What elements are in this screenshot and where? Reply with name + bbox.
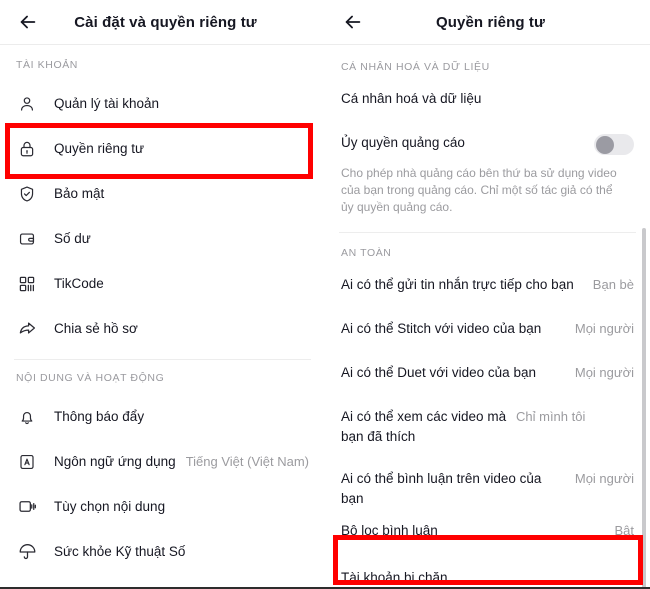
sidebar-item-privacy[interactable]: Quyền riêng tư	[0, 126, 325, 171]
privacy-item-personalization-data[interactable]: Cá nhân hoá và dữ liệu	[325, 77, 650, 121]
share-arrow-icon	[16, 318, 38, 340]
page-title: Cài đặt và quyền riêng tư	[74, 13, 257, 31]
page-title: Quyền riêng tư	[436, 13, 545, 31]
back-arrow-icon[interactable]	[6, 0, 50, 44]
section-label-content: NỘI DUNG VÀ HOẠT ĐỘNG	[16, 372, 165, 384]
privacy-item-label: Ủy quyền quảng cáo	[341, 135, 465, 150]
ad-authorization-toggle[interactable]	[594, 134, 634, 155]
sidebar-item-label: Chia sẻ hồ sơ	[54, 321, 138, 336]
settings-header: Cài đặt và quyền riêng tư	[0, 0, 325, 44]
sidebar-item-security[interactable]: Bảo mật	[0, 171, 325, 216]
sidebar-item-label: Quyền riêng tư	[54, 141, 145, 156]
back-arrow-icon[interactable]	[331, 0, 375, 44]
shield-check-icon	[16, 183, 38, 205]
ad-authorization-description: Cho phép nhà quảng cáo bên thứ ba sử dụn…	[341, 166, 617, 214]
sidebar-item-share-profile[interactable]: Chia sẻ hồ sơ	[0, 306, 325, 351]
lock-icon	[16, 138, 38, 160]
privacy-item-blocked-accounts[interactable]: Tài khoản bị chặn	[325, 553, 650, 589]
sidebar-item-label: Thông báo đẩy	[54, 409, 145, 424]
sidebar-item-manage-account[interactable]: Quản lý tài khoản	[0, 81, 325, 126]
bell-icon	[16, 406, 38, 428]
sidebar-item-label: Ngôn ngữ ứng dụng	[54, 454, 176, 469]
privacy-item-label: Bộ lọc bình luận	[341, 523, 438, 538]
app-screen: Cài đặt và quyền riêng tư TÀI KHOẢN Quản…	[0, 0, 650, 589]
sidebar-item-label: Số dư	[54, 231, 91, 246]
privacy-item-value: Mọi người	[574, 321, 634, 336]
privacy-item-label: Ai có thể bình luận trên video của bạn	[341, 471, 542, 506]
sidebar-item-push-notifications[interactable]: Thông báo đẩy	[0, 394, 325, 439]
privacy-item-label: Tài khoản bị chặn	[341, 570, 448, 585]
privacy-item-liked-videos[interactable]: Ai có thể xem các video mà bạn đã thích …	[325, 395, 650, 457]
privacy-item-label: Cá nhân hoá và dữ liệu	[341, 91, 482, 106]
qr-code-icon	[16, 273, 38, 295]
section-label-account: TÀI KHOẢN	[16, 59, 78, 71]
sidebar-item-content-preferences[interactable]: Tùy chọn nội dung	[0, 484, 325, 529]
vertical-scrollbar[interactable]	[642, 228, 646, 589]
sidebar-item-app-language[interactable]: Ngôn ngữ ứng dụng Tiếng Việt (Việt Nam)	[0, 439, 325, 484]
person-icon	[16, 93, 38, 115]
sidebar-item-label: TikCode	[54, 276, 104, 291]
section-label-personalization: CÁ NHÂN HOÁ VÀ DỮ LIỆU	[341, 61, 490, 73]
settings-panel: Cài đặt và quyền riêng tư TÀI KHOẢN Quản…	[0, 0, 325, 589]
privacy-item-label: Ai có thể Stitch với video của bạn	[341, 321, 542, 336]
scrollbar-thumb[interactable]	[642, 228, 646, 589]
wallet-icon	[16, 228, 38, 250]
sidebar-item-label: Quản lý tài khoản	[54, 96, 160, 111]
section-divider	[339, 232, 636, 233]
privacy-item-value: Chỉ mình tôi	[516, 409, 586, 424]
sidebar-item-label: Bảo mật	[54, 186, 105, 201]
sidebar-item-tikcode[interactable]: TikCode	[0, 261, 325, 306]
sidebar-item-value: Tiếng Việt (Việt Nam)	[185, 454, 309, 469]
privacy-item-label: Ai có thể gửi tin nhắn trực tiếp cho bạn	[341, 277, 574, 292]
sidebar-item-label: Tùy chọn nội dung	[54, 499, 166, 514]
umbrella-icon	[16, 541, 38, 563]
privacy-item-comments[interactable]: Ai có thể bình luận trên video của bạn M…	[325, 457, 650, 509]
privacy-item-direct-messages[interactable]: Ai có thể gửi tin nhắn trực tiếp cho bạn…	[325, 263, 650, 307]
section-label-safety: AN TOÀN	[341, 247, 392, 259]
privacy-item-value: Mọi người	[574, 471, 634, 486]
sidebar-item-digital-wellbeing[interactable]: Sức khỏe Kỹ thuật Số	[0, 529, 325, 574]
privacy-item-duet[interactable]: Ai có thể Duet với video của bạn Mọi ngư…	[325, 351, 650, 395]
toggle-knob	[595, 135, 614, 154]
video-icon	[16, 496, 38, 518]
privacy-item-stitch[interactable]: Ai có thể Stitch với video của bạn Mọi n…	[325, 307, 650, 351]
privacy-panel: Quyền riêng tư CÁ NHÂN HOÁ VÀ DỮ LIỆU Cá…	[325, 0, 650, 589]
privacy-item-value: Bật	[614, 523, 634, 538]
privacy-item-value: Bạn bè	[592, 277, 634, 292]
privacy-header: Quyền riêng tư	[325, 0, 650, 44]
privacy-item-ad-authorization[interactable]: Ủy quyền quảng cáo	[325, 121, 650, 165]
privacy-item-label: Ai có thể xem các video mà bạn đã thích	[341, 409, 507, 444]
privacy-item-label: Ai có thể Duet với video của bạn	[341, 365, 536, 380]
privacy-item-comment-filter[interactable]: Bộ lọc bình luận Bật	[325, 509, 650, 553]
sidebar-item-balance[interactable]: Số dư	[0, 216, 325, 261]
sidebar-item-label: Sức khỏe Kỹ thuật Số	[54, 544, 186, 559]
language-icon	[16, 451, 38, 473]
privacy-item-value: Mọi người	[574, 365, 634, 380]
section-divider	[14, 359, 311, 360]
